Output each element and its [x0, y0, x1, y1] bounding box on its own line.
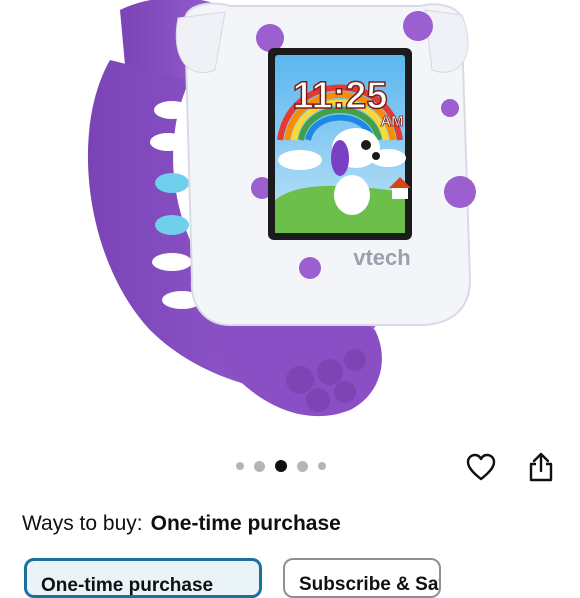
share-icon — [529, 452, 553, 482]
carousel-dot[interactable] — [254, 460, 265, 472]
favorite-button[interactable] — [462, 448, 500, 486]
product-image[interactable]: 11:25 AM vtech — [0, 0, 580, 445]
ways-to-buy: Ways to buy: One-time purchase — [22, 512, 341, 536]
carousel-dot[interactable] — [318, 462, 326, 470]
carousel-dot[interactable] — [236, 462, 244, 470]
brand-logo: vtech — [353, 245, 410, 270]
heart-icon — [466, 453, 496, 481]
ways-label: Ways to buy: — [22, 512, 143, 535]
ways-value: One-time purchase — [150, 512, 341, 535]
purchase-option-subscribe[interactable]: Subscribe & Save — [283, 558, 441, 598]
carousel-dots[interactable] — [236, 458, 326, 474]
purchase-option-label: Subscribe & Save — [299, 574, 439, 595]
screen-time: 11:25 — [292, 75, 387, 117]
screen-ampm: AM — [380, 113, 403, 130]
carousel-dot-active[interactable] — [275, 460, 287, 472]
purchase-option-label: One-time purchase — [41, 575, 214, 596]
purchase-option-one-time[interactable]: One-time purchase — [24, 558, 262, 598]
share-button[interactable] — [522, 448, 560, 486]
carousel-dot[interactable] — [297, 460, 308, 472]
